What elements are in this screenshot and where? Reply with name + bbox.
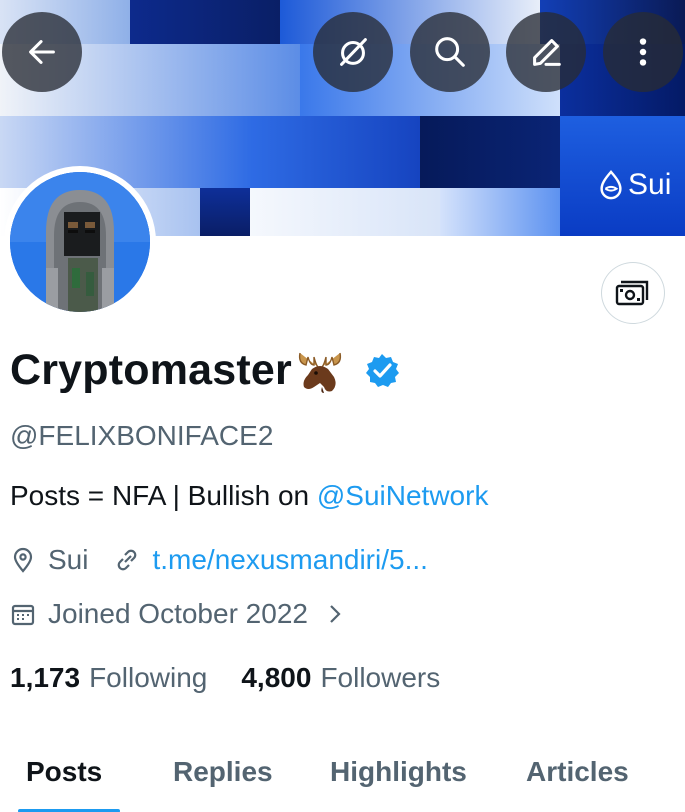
location-pin-icon	[13, 547, 33, 573]
grok-icon	[340, 38, 367, 66]
tab-articles[interactable]: Articles	[526, 756, 629, 788]
moose-emoji-icon	[298, 352, 342, 393]
sui-logo-text: Sui	[628, 168, 672, 201]
money-icon	[615, 280, 649, 306]
sui-logo: Sui	[598, 168, 671, 202]
back-button[interactable]	[2, 12, 82, 92]
tab-posts[interactable]: Posts	[26, 756, 102, 788]
profile-tabs: Posts Replies Highlights Articles	[0, 748, 685, 812]
more-options-button[interactable]	[603, 12, 683, 92]
followers-count: 4,800	[241, 662, 312, 693]
search-button[interactable]	[410, 12, 490, 92]
link-icon	[118, 549, 137, 571]
grok-button[interactable]	[313, 12, 393, 92]
website-link[interactable]: t.me/nexusmandiri/5...	[152, 544, 427, 576]
joined-text: Joined October 2022	[48, 598, 308, 629]
chevron-right-icon	[330, 605, 341, 623]
user-handle: @FELIXBONIFACE2	[10, 420, 274, 451]
bio-text: Posts = NFA | Bullish on	[10, 480, 317, 511]
location-text: Sui	[48, 544, 89, 575]
avatar-image	[10, 172, 150, 312]
joined-date-row[interactable]: Joined October 2022	[10, 598, 348, 630]
verified-badge-icon[interactable]	[364, 353, 400, 389]
pencil-icon	[533, 39, 561, 66]
profile-name-row: Cryptomaster	[10, 346, 400, 395]
profile-meta-row: Sui t.me/nexusmandiri/5...	[10, 544, 428, 576]
display-name: Cryptomaster	[10, 346, 292, 394]
avatar[interactable]	[4, 166, 156, 318]
tab-highlights[interactable]: Highlights	[330, 756, 467, 788]
followers-label: Followers	[320, 662, 441, 693]
calendar-icon	[11, 604, 35, 626]
arrow-left-icon	[29, 40, 55, 64]
following-count: 1,173	[10, 662, 81, 693]
bio: Posts = NFA | Bullish on @SuiNetwork	[10, 480, 488, 512]
edit-button[interactable]	[506, 12, 586, 92]
sui-drop-icon	[600, 170, 622, 200]
bio-mention-link[interactable]: @SuiNetwork	[317, 480, 489, 511]
more-vertical-icon	[639, 38, 647, 66]
following-label: Following	[89, 662, 208, 693]
following-link[interactable]: 1,173 Following	[10, 662, 207, 694]
tip-button[interactable]	[601, 262, 665, 324]
followers-link[interactable]: 4,800 Followers	[241, 662, 440, 694]
search-icon	[435, 37, 465, 67]
follow-stats: 1,173 Following 4,800 Followers	[10, 662, 440, 694]
tab-replies[interactable]: Replies	[173, 756, 273, 788]
